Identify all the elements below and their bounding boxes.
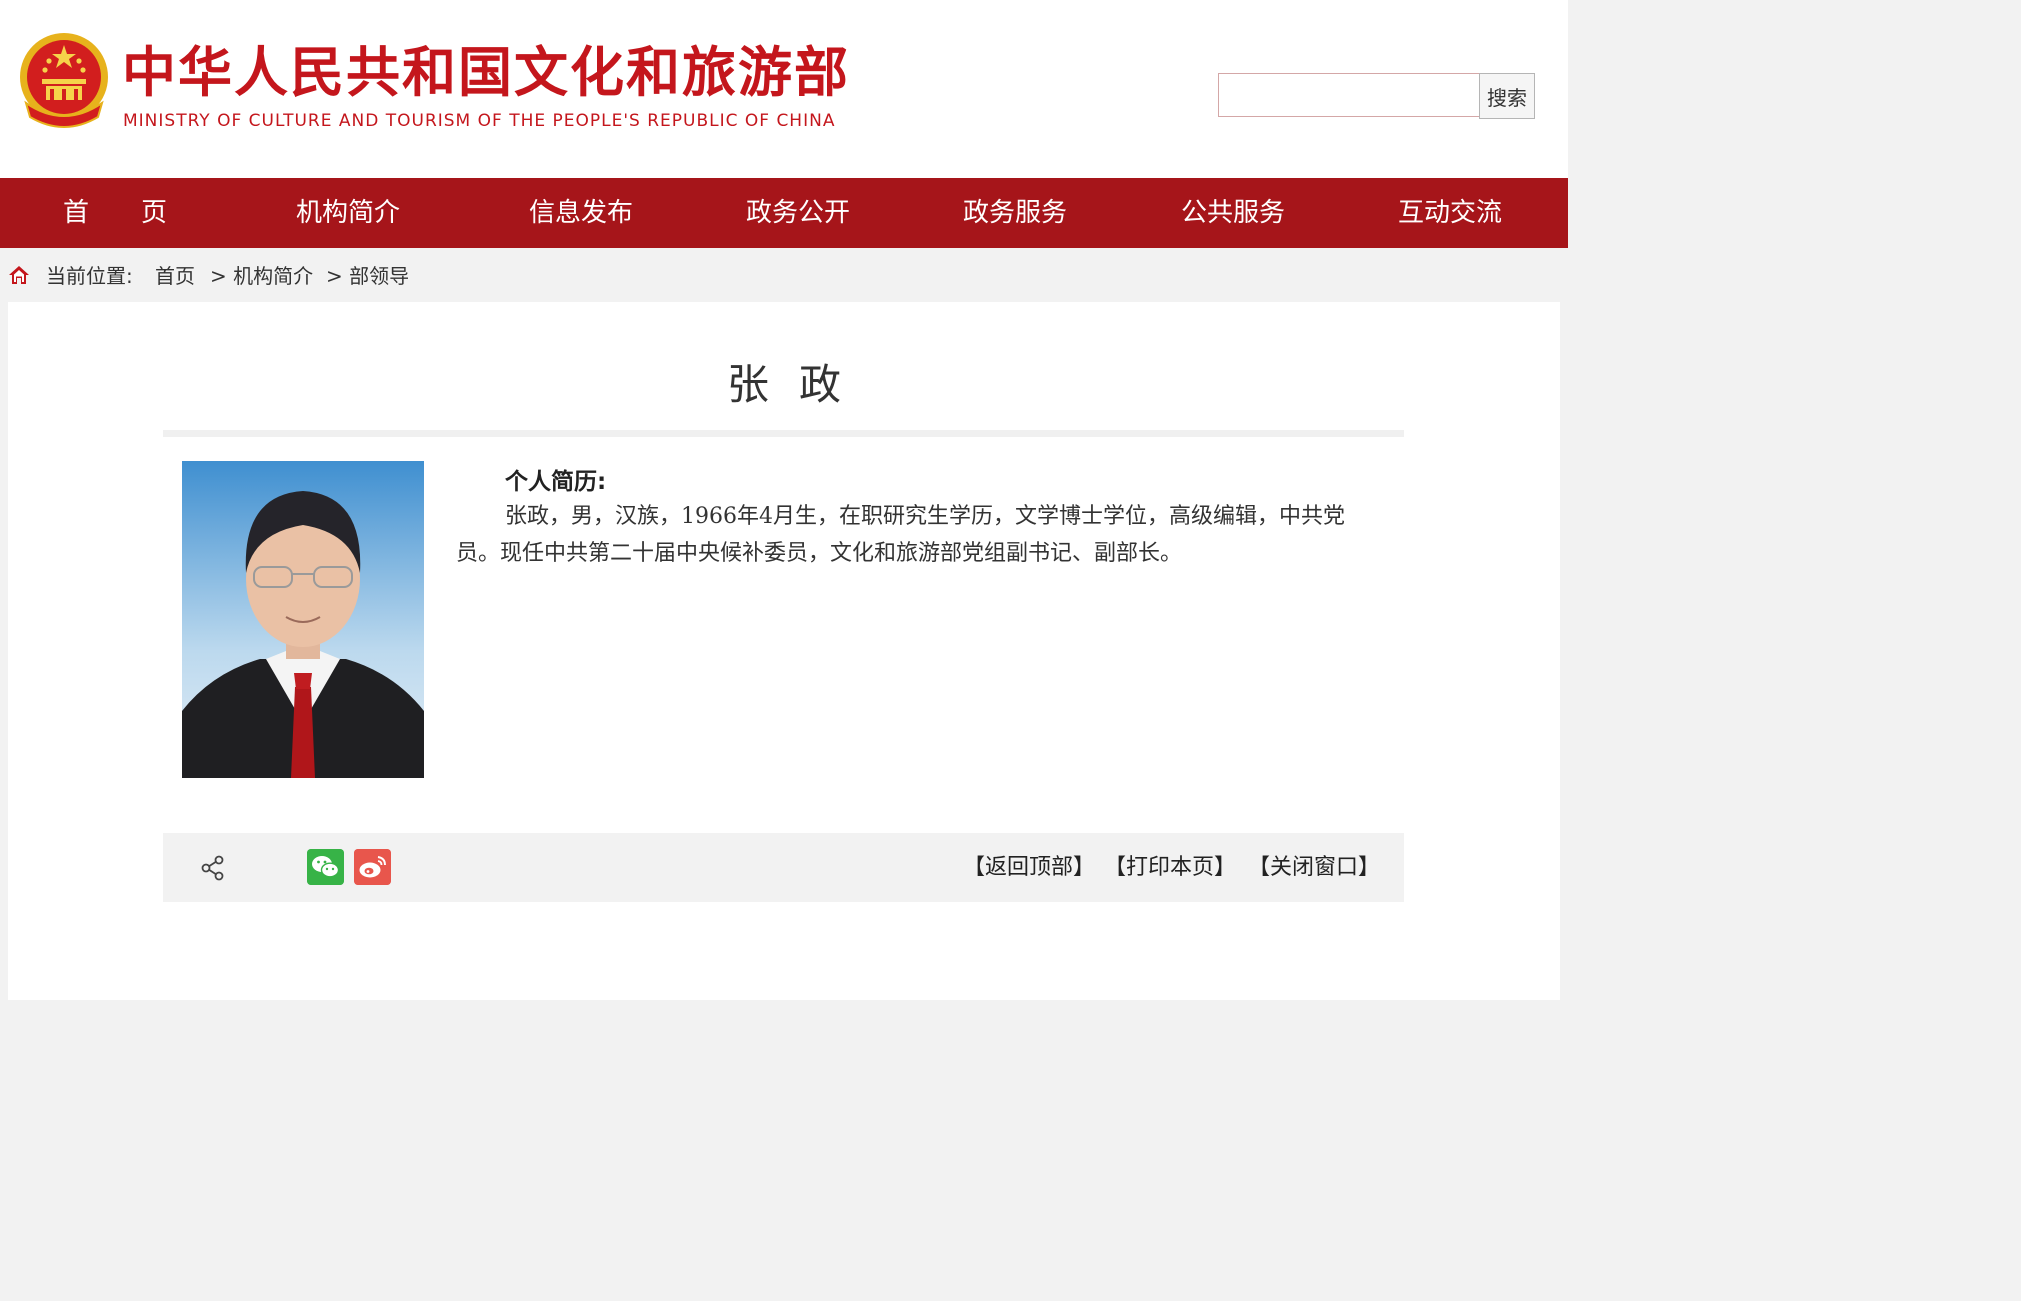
site-title[interactable]: 中华人民共和国文化和旅游部: [122, 40, 850, 106]
weibo-icon[interactable]: [354, 849, 391, 885]
home-icon: [9, 266, 29, 284]
breadcrumb-item-leaders[interactable]: > 部领导: [326, 262, 409, 290]
nav-item-news[interactable]: 信息发布: [529, 178, 633, 248]
close-window-link[interactable]: 【关闭窗口】: [1248, 852, 1380, 884]
person-name: 张政: [726, 360, 871, 409]
nav-item-home[interactable]: 首 页: [63, 178, 167, 248]
breadcrumb-item-about[interactable]: > 机构简介: [210, 262, 313, 290]
nav-item-interaction[interactable]: 互动交流: [1398, 178, 1502, 248]
back-to-top-link[interactable]: 【返回顶部】: [963, 852, 1095, 884]
site-subtitle: MINISTRY OF CULTURE AND TOURISM OF THE P…: [123, 111, 836, 131]
search-box: 搜索: [1218, 73, 1536, 119]
search-input[interactable]: [1218, 73, 1481, 117]
print-page-link[interactable]: 【打印本页】: [1104, 852, 1236, 884]
breadcrumb-item-home[interactable]: 首页: [155, 262, 195, 290]
title-divider: [163, 430, 1404, 437]
nav-item-government-services[interactable]: 政务服务: [963, 178, 1067, 248]
breadcrumb-label: 当前位置:: [46, 264, 133, 288]
site-header: 中华人民共和国文化和旅游部 MINISTRY OF CULTURE AND TO…: [0, 0, 1568, 178]
nav-item-public-services[interactable]: 公共服务: [1181, 178, 1285, 248]
national-emblem-icon[interactable]: [18, 31, 110, 131]
nav-item-about[interactable]: 机构简介: [296, 178, 400, 248]
bio-heading: 个人简历:: [505, 469, 607, 495]
share-icon[interactable]: [201, 855, 225, 881]
wechat-icon[interactable]: [307, 849, 344, 885]
main-nav: 首 页 机构简介 信息发布 政务公开 政务服务 公共服务 互动交流: [0, 178, 1568, 248]
search-button[interactable]: 搜索: [1479, 73, 1535, 119]
portrait-photo: [182, 461, 424, 778]
bio-text: 张政，男，汉族，1966年4月生，在职研究生学历，文学博士学位，高级编辑，中共党…: [456, 504, 1345, 566]
nav-item-government-affairs[interactable]: 政务公开: [746, 178, 850, 248]
